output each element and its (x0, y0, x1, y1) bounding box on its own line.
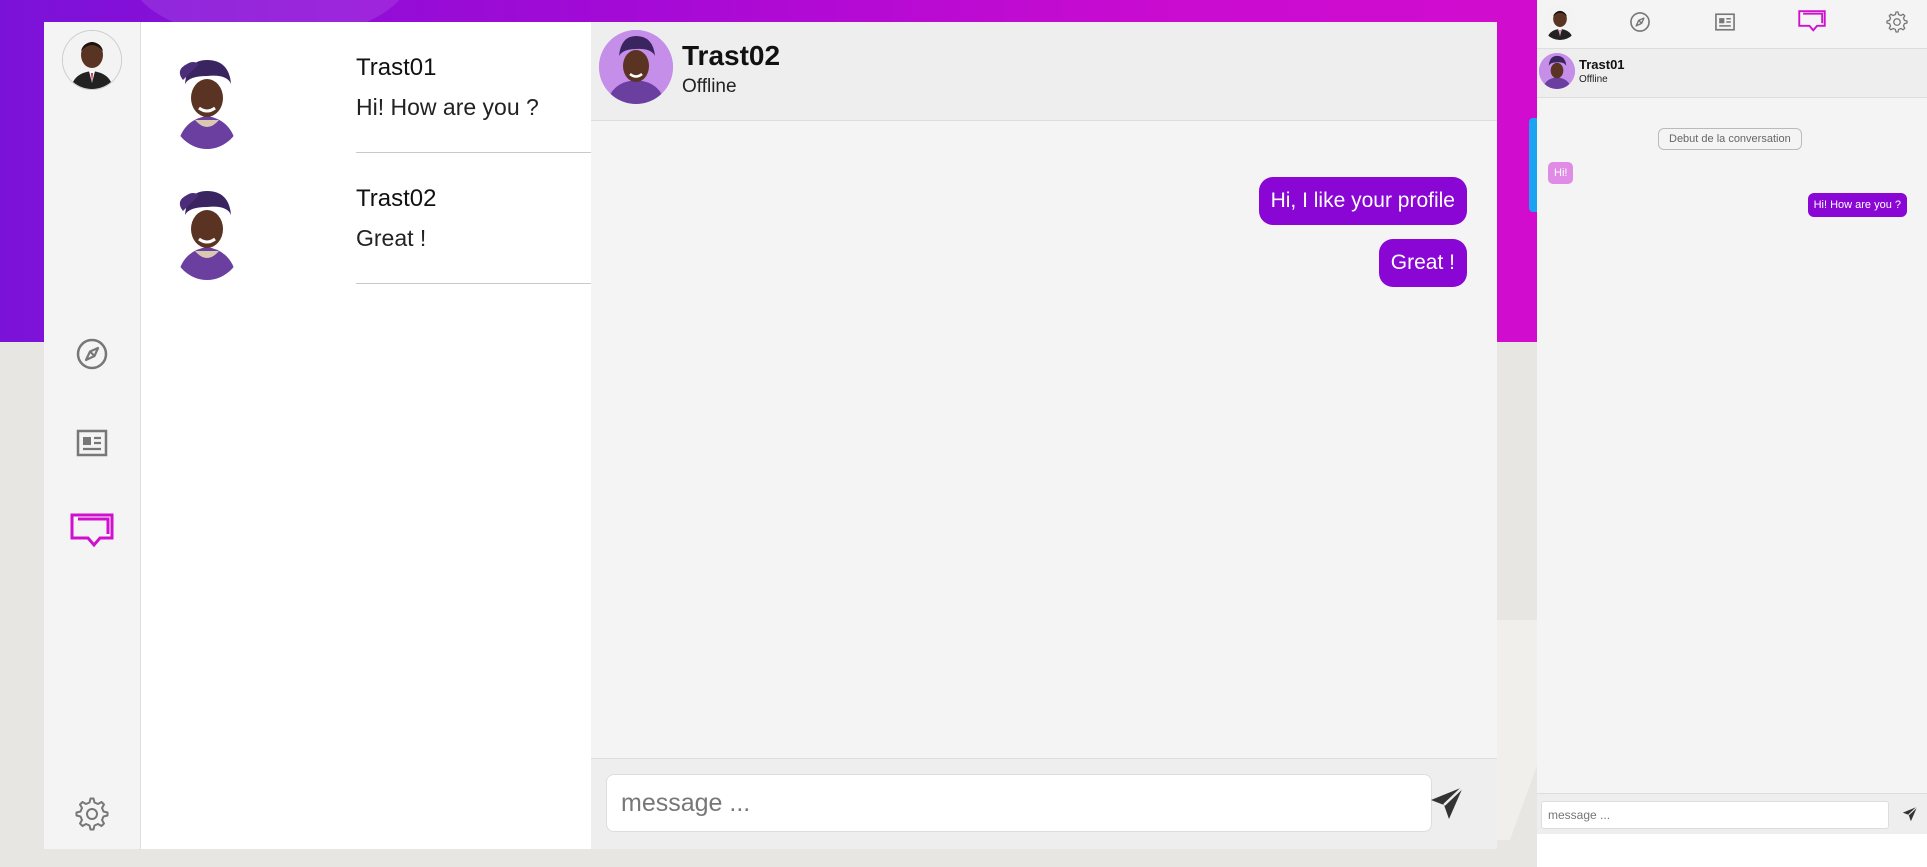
nav-messages[interactable] (66, 506, 118, 558)
compass-icon (76, 338, 108, 370)
message-composer (591, 758, 1497, 849)
mini-contact-name: Trast01 (1579, 57, 1625, 72)
user-avatar[interactable] (1542, 4, 1578, 40)
send-icon (1431, 786, 1464, 819)
newspaper-icon (1715, 13, 1735, 31)
conversation-name: Trast02 (356, 185, 437, 212)
conversation-name: Trast01 (356, 54, 437, 81)
contact-avatar (171, 185, 243, 280)
divider (356, 152, 626, 153)
nav-settings[interactable] (1884, 9, 1910, 35)
contact-avatar[interactable] (599, 30, 673, 104)
mini-chat-panel: Trast01 Offline Debut de la conversation… (1537, 0, 1927, 867)
nav-explore[interactable] (1627, 9, 1653, 35)
conversation-start-label: Debut de la conversation (1658, 128, 1802, 150)
chat-panel: Trast02 Offline Hi, I like your profile … (591, 22, 1497, 849)
divider (356, 283, 626, 284)
chat-contact-status: Offline (682, 76, 737, 97)
mini-contact-status: Offline (1579, 74, 1608, 85)
contact-avatar[interactable] (1539, 53, 1575, 89)
chat-app-window: Trast01 Hi! How are you ? Trast02 Great … (44, 22, 1497, 849)
mini-chat-header: Trast01 Offline (1537, 49, 1927, 98)
nav-messages[interactable] (1797, 9, 1827, 35)
gear-icon (1886, 11, 1908, 33)
avatar-image (63, 31, 121, 89)
message-bubble-outgoing: Great ! (1378, 239, 1467, 287)
conversation-item[interactable]: Trast01 Hi! How are you ? (141, 36, 626, 166)
conversation-preview: Great ! (356, 225, 427, 251)
user-avatar[interactable] (62, 30, 122, 90)
newspaper-icon (76, 429, 108, 457)
nav-feed[interactable] (1712, 9, 1738, 35)
message-bubble-outgoing: Hi, I like your profile (1258, 177, 1467, 225)
nav-rail (44, 22, 141, 849)
chat-header: Trast02 Offline (591, 22, 1497, 121)
gear-icon (75, 797, 109, 831)
message-bubble-outgoing: Hi! How are you ? (1807, 193, 1907, 217)
contact-avatar (171, 54, 243, 149)
chat-icon (1798, 10, 1826, 32)
message-input[interactable] (606, 774, 1432, 832)
chat-icon (70, 513, 114, 548)
nav-settings[interactable] (66, 788, 118, 840)
conversation-list: Trast01 Hi! How are you ? Trast02 Great … (141, 22, 626, 849)
mini-send-button[interactable] (1901, 805, 1919, 823)
mini-topbar (1537, 0, 1927, 49)
nav-feed[interactable] (66, 417, 118, 469)
conversation-item[interactable]: Trast02 Great ! (141, 167, 626, 297)
chat-contact-name: Trast02 (682, 40, 781, 71)
nav-explore[interactable] (66, 328, 118, 380)
conversation-preview: Hi! How are you ? (356, 94, 539, 120)
message-bubble-incoming: Hi! (1548, 162, 1574, 184)
mini-message-input[interactable] (1541, 801, 1889, 829)
mini-footer (1537, 834, 1927, 867)
mini-message-composer (1537, 793, 1927, 834)
send-button[interactable] (1427, 783, 1467, 823)
send-icon (1902, 806, 1918, 822)
compass-icon (1630, 12, 1650, 32)
